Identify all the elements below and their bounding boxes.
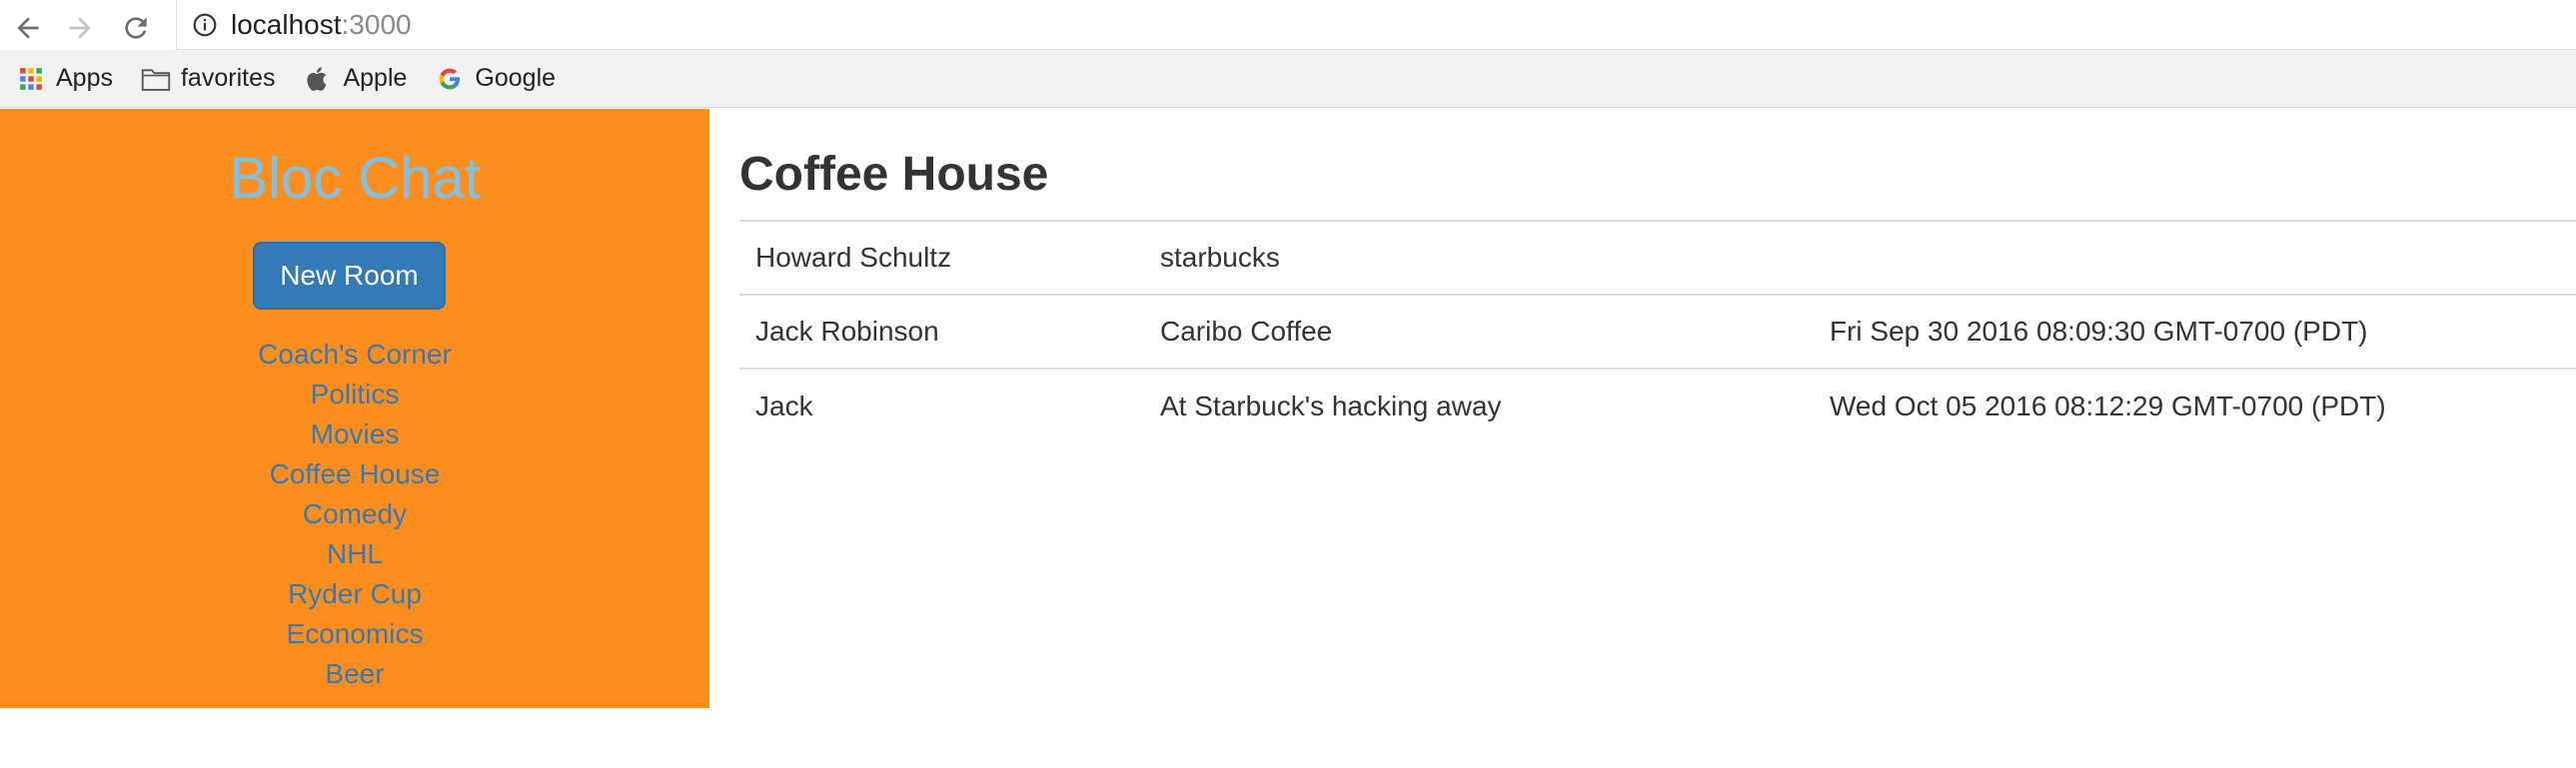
- apps-grid-icon: [16, 64, 46, 94]
- message-timestamp: [1814, 221, 2576, 295]
- google-logo-icon: [435, 64, 465, 94]
- back-button[interactable]: [4, 4, 52, 52]
- room-list: Coach's Corner Politics Movies Coffee House…: [0, 335, 709, 694]
- message-row: Jack Robinson Caribo Coffee Fri Sep 30 201…: [739, 295, 2576, 369]
- messages-table: Howard Schultz starbucks Jack Robinson Cari…: [739, 220, 2576, 442]
- room-link[interactable]: Ryder Cup: [0, 574, 709, 614]
- room-link[interactable]: Comedy: [0, 494, 709, 534]
- url-port: :3000: [341, 8, 412, 40]
- message-timestamp: Fri Sep 30 2016 08:09:30 GMT-0700 (PDT): [1830, 316, 2368, 347]
- reload-button[interactable]: [112, 4, 160, 52]
- room-link[interactable]: NHL: [0, 534, 709, 574]
- room-link[interactable]: Coffee House: [0, 454, 709, 494]
- folder-icon: [141, 64, 171, 94]
- sidebar: Bloc Chat New Room Coach's Corner Politic…: [0, 109, 709, 708]
- room-link[interactable]: Movies: [0, 414, 709, 454]
- room-link[interactable]: Beer: [0, 654, 709, 694]
- info-icon[interactable]: [191, 11, 219, 39]
- arrow-left-icon: [17, 17, 39, 39]
- message-row: Jack At Starbuck's hacking away Wed Oct 05…: [739, 369, 2576, 442]
- new-room-button[interactable]: New Room: [253, 242, 446, 310]
- app-title: Bloc Chat: [229, 146, 481, 211]
- bookmark-label: Apple: [343, 64, 408, 92]
- room-link[interactable]: Politics: [0, 375, 709, 414]
- bookmark-google[interactable]: Google: [435, 59, 568, 99]
- room-link[interactable]: Coach's Corner: [0, 335, 709, 375]
- forward-button[interactable]: [56, 4, 104, 52]
- message-content: starbucks: [1160, 242, 1280, 273]
- url-text[interactable]: localhost:3000: [231, 9, 412, 41]
- main-content: Coffee House Howard Schultz starbucks Jack…: [709, 109, 2576, 768]
- arrow-right-icon: [69, 17, 91, 39]
- message-timestamp: Wed Oct 05 2016 08:12:29 GMT-0700 (PDT): [1830, 389, 2386, 421]
- message-username: Jack Robinson: [755, 316, 939, 347]
- apple-logo-icon: [303, 64, 333, 94]
- message-username: Jack: [755, 389, 813, 421]
- bookmark-label: favorites: [180, 64, 276, 92]
- url-host: localhost: [231, 8, 342, 40]
- bookmark-apps[interactable]: Apps: [16, 59, 125, 99]
- message-content: At Starbuck's hacking away: [1160, 389, 1502, 421]
- bookmarks-bar: Apps favorites Apple Google: [0, 50, 2576, 108]
- room-title: Coffee House: [739, 148, 1049, 201]
- reload-icon: [125, 17, 147, 39]
- bookmark-label: Google: [475, 64, 557, 92]
- room-link[interactable]: Economics: [0, 614, 709, 654]
- bookmark-apple[interactable]: Apple: [303, 59, 419, 99]
- bookmark-favorites[interactable]: favorites: [141, 59, 287, 99]
- message-content: Caribo Coffee: [1160, 316, 1333, 347]
- message-username: Howard Schultz: [755, 242, 952, 273]
- address-bar[interactable]: localhost:3000: [176, 0, 2576, 50]
- bookmark-label: Apps: [56, 64, 113, 92]
- message-row: Howard Schultz starbucks: [739, 221, 2576, 295]
